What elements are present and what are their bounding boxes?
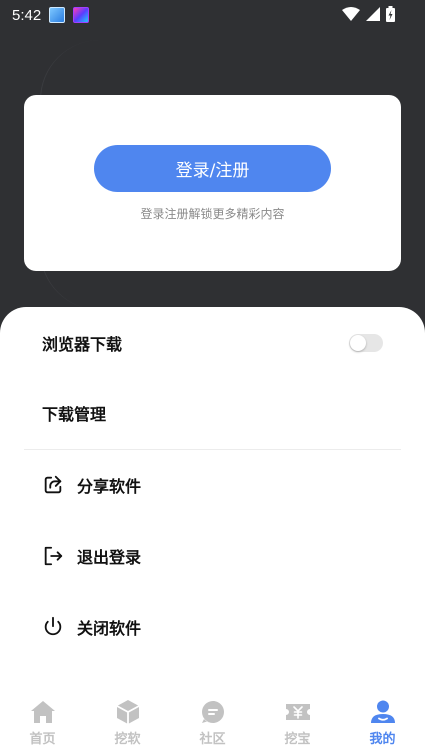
profile-icon: [370, 700, 395, 723]
menu-item-browser-download: 浏览器下载: [42, 323, 383, 363]
menu-item-logout[interactable]: 退出登录: [42, 536, 383, 576]
share-app-label: 分享软件: [77, 477, 142, 496]
login-hint: 登录注册解锁更多精彩内容: [140, 207, 285, 221]
notification-app-icon: [49, 7, 66, 23]
box-icon: [116, 700, 139, 724]
tab-community-label: 社区: [199, 732, 226, 747]
login-card: 登录/注册 登录注册解锁更多精彩内容: [24, 95, 401, 271]
battery-icon: [386, 6, 395, 22]
status-icons: [342, 6, 395, 22]
toggle-knob: [350, 335, 366, 351]
logout-icon: [44, 546, 63, 566]
home-icon: [30, 701, 55, 723]
tab-home[interactable]: 首页: [0, 690, 85, 756]
browser-download-toggle[interactable]: [349, 334, 383, 352]
login-register-button[interactable]: 登录/注册: [94, 145, 331, 192]
tab-community[interactable]: 社区: [170, 690, 255, 756]
status-time: 5:42: [12, 6, 42, 24]
status-bar: 5:42: [0, 0, 425, 30]
tab-mine[interactable]: 我的: [340, 690, 425, 756]
power-icon: [44, 616, 62, 636]
menu-item-download-manager[interactable]: 下载管理: [42, 393, 383, 433]
share-icon: [44, 475, 62, 494]
download-manager-label: 下载管理: [42, 405, 107, 424]
tab-home-label: 首页: [29, 732, 56, 747]
menu-sheet: 浏览器下载 下载管理 分享软件 退出登录 关闭软件: [0, 307, 425, 756]
menu-item-close-app[interactable]: 关闭软件: [42, 607, 383, 647]
tab-software[interactable]: 挖软: [85, 690, 170, 756]
chat-icon: [201, 701, 224, 724]
ticket-icon: [285, 704, 310, 720]
notification-app-icon-2: [73, 7, 90, 23]
tab-treasure[interactable]: 挖宝: [255, 690, 340, 756]
tab-software-label: 挖软: [114, 732, 141, 747]
menu-item-share-app[interactable]: 分享软件: [42, 465, 383, 505]
tab-mine-label: 我的: [369, 732, 396, 747]
bottom-nav: 首页 挖软 社区 挖宝 我的: [0, 690, 425, 756]
wifi-icon: [342, 7, 360, 21]
menu-divider: [24, 449, 401, 450]
close-app-label: 关闭软件: [77, 619, 142, 638]
signal-icon: [366, 7, 380, 21]
logout-label: 退出登录: [77, 548, 142, 567]
tab-treasure-label: 挖宝: [284, 732, 311, 747]
browser-download-label: 浏览器下载: [42, 335, 123, 354]
